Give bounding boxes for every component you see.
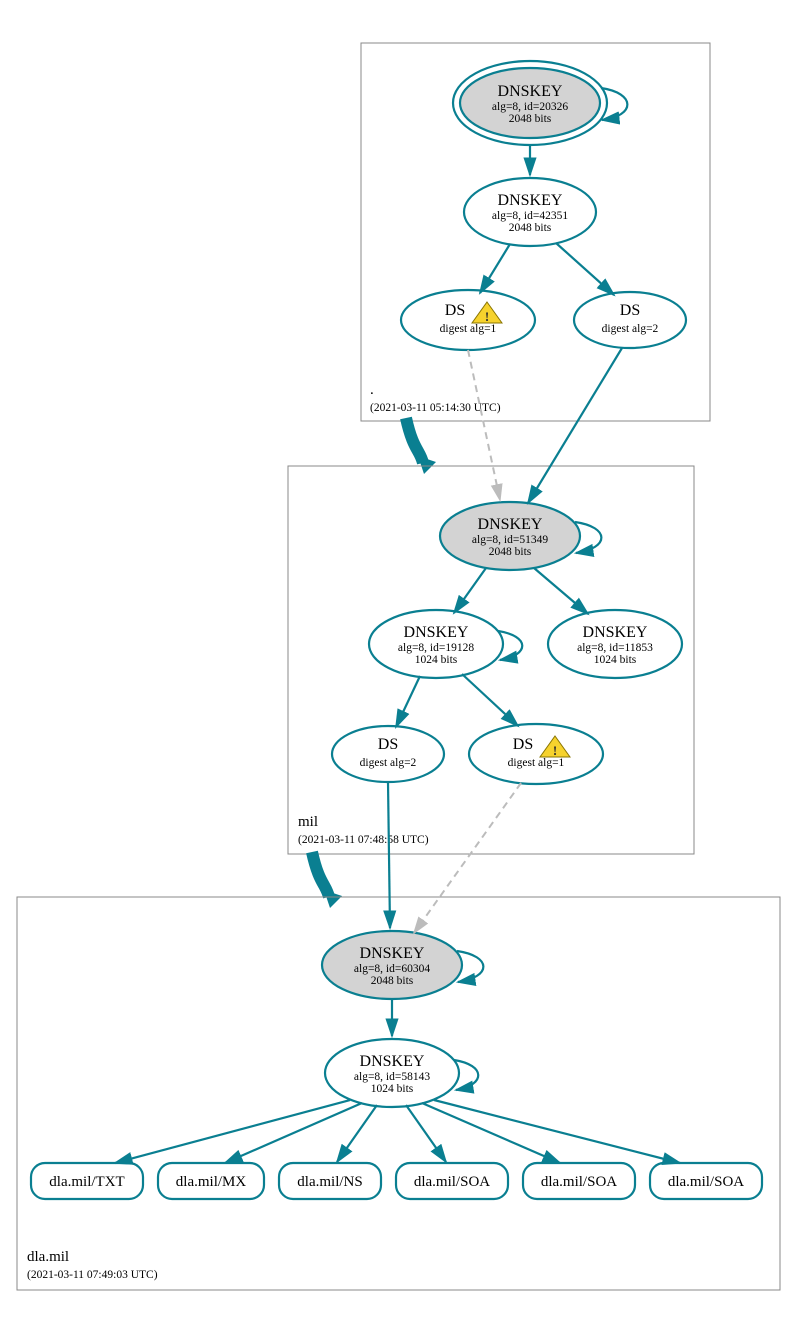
svg-text:alg=8, id=58143: alg=8, id=58143 [354, 1071, 430, 1083]
node-mil-ds1 [332, 726, 444, 782]
svg-text:1024 bits: 1024 bits [415, 654, 458, 666]
edge-ds2-milksk [528, 348, 622, 503]
rr-soa-1: dla.mil/SOA [414, 1174, 490, 1190]
edge-milds1-dlaksk [388, 782, 390, 928]
svg-text:DNSKEY: DNSKEY [478, 516, 543, 533]
svg-text:digest alg=1: digest alg=1 [440, 323, 497, 335]
zone-mil-ts: (2021-03-11 07:48:58 UTC) [298, 834, 429, 846]
zone-dla: dla.mil (2021-03-11 07:49:03 UTC) DNSKEY… [17, 782, 780, 1290]
rr-soa-3: dla.mil/SOA [668, 1174, 744, 1190]
svg-text:DNSKEY: DNSKEY [360, 945, 425, 962]
edge-milksk-zsk2 [534, 568, 588, 614]
svg-text:alg=8, id=60304: alg=8, id=60304 [354, 963, 430, 975]
svg-text:DNSKEY: DNSKEY [360, 1053, 425, 1070]
svg-text:2048 bits: 2048 bits [509, 113, 552, 125]
rr-mx: dla.mil/MX [176, 1174, 247, 1190]
svg-text:!: ! [553, 743, 557, 758]
svg-text:alg=8, id=42351: alg=8, id=42351 [492, 210, 568, 222]
svg-text:2048 bits: 2048 bits [509, 222, 552, 234]
edge-root-zsk-ds1 [480, 244, 510, 293]
svg-text:DS: DS [513, 736, 533, 753]
rr-soa-2: dla.mil/SOA [541, 1174, 617, 1190]
svg-text:1024 bits: 1024 bits [594, 654, 637, 666]
rr-ns: dla.mil/NS [297, 1174, 362, 1190]
edge-milzsk1-ds1 [396, 676, 420, 727]
zone-arrow-mil-dla [312, 852, 329, 897]
svg-text:alg=8, id=11853: alg=8, id=11853 [577, 642, 653, 654]
zone-root-label: . [370, 382, 374, 398]
zone-root: . (2021-03-11 05:14:30 UTC) DNSKEY alg=8… [361, 43, 710, 421]
dnssec-graph: . (2021-03-11 05:14:30 UTC) DNSKEY alg=8… [0, 0, 792, 1320]
edge-milksk-zsk1 [454, 568, 486, 613]
svg-text:digest alg=2: digest alg=2 [602, 323, 659, 335]
svg-text:DS: DS [445, 302, 465, 319]
zone-arrow-root-mil [406, 418, 423, 463]
svg-text:DNSKEY: DNSKEY [498, 192, 563, 209]
svg-text:1024 bits: 1024 bits [371, 1083, 414, 1095]
svg-text:DS: DS [378, 736, 398, 753]
rr-txt: dla.mil/TXT [49, 1174, 124, 1190]
zone-mil-label: mil [298, 814, 318, 830]
svg-text:alg=8, id=19128: alg=8, id=19128 [398, 642, 474, 654]
svg-text:2048 bits: 2048 bits [489, 546, 532, 558]
svg-text:digest alg=2: digest alg=2 [360, 757, 417, 769]
zone-dla-label: dla.mil [27, 1249, 69, 1265]
edge-ds1-milksk [468, 350, 500, 500]
svg-text:2048 bits: 2048 bits [371, 975, 414, 987]
zone-dla-ts: (2021-03-11 07:49:03 UTC) [27, 1269, 158, 1281]
svg-text:DS: DS [620, 302, 640, 319]
svg-text:!: ! [485, 309, 489, 324]
svg-text:alg=8, id=20326: alg=8, id=20326 [492, 101, 568, 113]
svg-text:alg=8, id=51349: alg=8, id=51349 [472, 534, 548, 546]
edge-root-zsk-ds2 [556, 243, 614, 295]
edge-milds2-dlaksk [414, 783, 521, 933]
node-mil-ds2 [469, 724, 603, 784]
svg-text:DNSKEY: DNSKEY [498, 83, 563, 100]
edge-milzsk1-ds2 [462, 674, 518, 726]
svg-text:DNSKEY: DNSKEY [404, 624, 469, 641]
zone-mil: mil (2021-03-11 07:48:58 UTC) DNSKEY alg… [288, 348, 694, 854]
svg-text:digest alg=1: digest alg=1 [508, 757, 565, 769]
node-root-ds1 [401, 290, 535, 350]
svg-text:DNSKEY: DNSKEY [583, 624, 648, 641]
node-root-ds2 [574, 292, 686, 348]
rr-group: dla.mil/TXT dla.mil/MX dla.mil/NS dla.mi… [31, 1100, 762, 1199]
